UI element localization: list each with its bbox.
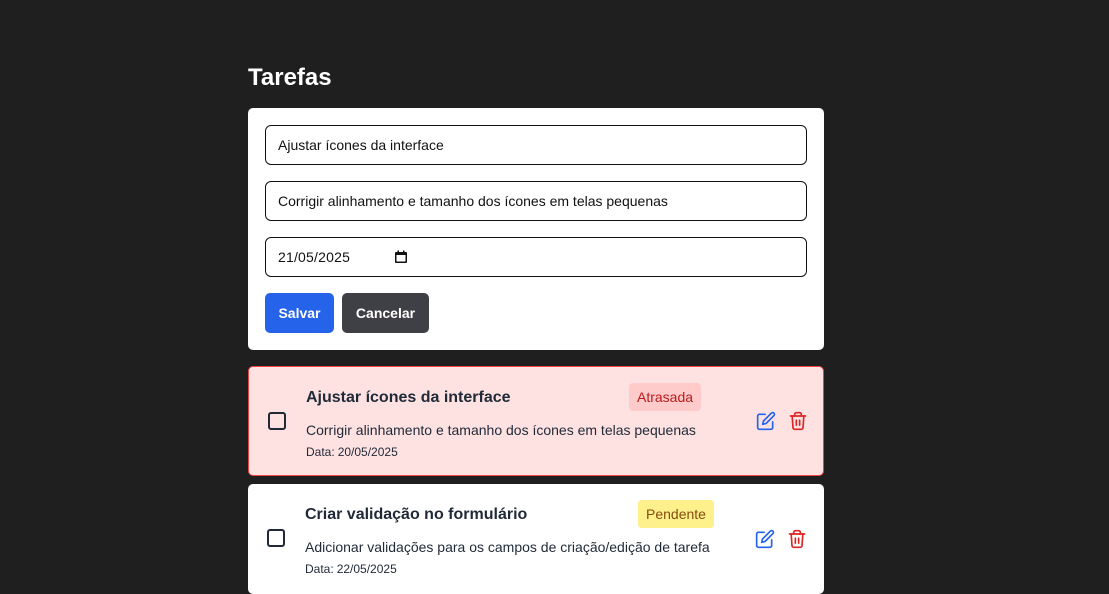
title-input-value: Ajustar ícones da interface xyxy=(278,137,444,153)
task-date-label: Data: xyxy=(306,445,335,459)
date-input-value: 21/05/2025 xyxy=(278,249,351,265)
title-input[interactable]: Ajustar ícones da interface xyxy=(265,125,807,165)
task-title: Criar validação no formulário xyxy=(305,506,528,523)
cancel-button[interactable]: Cancelar xyxy=(342,293,429,333)
task-date-value: 22/05/2025 xyxy=(336,562,397,576)
task-date-value: 20/05/2025 xyxy=(337,445,398,459)
trash-icon xyxy=(789,411,807,431)
trash-icon xyxy=(788,529,806,549)
task-description: Corrigir alinhamento e tamanho dos ícone… xyxy=(306,422,696,438)
save-button[interactable]: Salvar xyxy=(265,293,334,333)
date-input[interactable]: 21/05/2025 xyxy=(265,237,807,277)
task-form: Ajustar ícones da interface Corrigir ali… xyxy=(248,108,824,350)
edit-icon xyxy=(756,411,776,431)
task-description: Adicionar validações para os campos de c… xyxy=(305,539,710,555)
calendar-icon[interactable] xyxy=(394,250,408,264)
task-card: Ajustar ícones da interface Atrasada Cor… xyxy=(248,366,824,476)
edit-button[interactable] xyxy=(755,529,775,549)
status-badge: Pendente xyxy=(638,500,714,528)
edit-button[interactable] xyxy=(756,411,776,431)
task-title: Ajustar ícones da interface xyxy=(306,389,511,406)
task-date: Data: 22/05/2025 xyxy=(305,562,397,576)
task-checkbox[interactable] xyxy=(268,412,286,430)
status-badge: Atrasada xyxy=(629,383,702,411)
delete-button[interactable] xyxy=(787,529,807,549)
task-date: Data: 20/05/2025 xyxy=(306,445,398,459)
edit-icon xyxy=(755,529,775,549)
delete-button[interactable] xyxy=(788,411,808,431)
task-date-label: Data: xyxy=(305,562,334,576)
description-input[interactable]: Corrigir alinhamento e tamanho dos ícone… xyxy=(265,181,807,221)
description-input-value: Corrigir alinhamento e tamanho dos ícone… xyxy=(278,193,668,209)
task-card: Criar validação no formulário Pendente A… xyxy=(248,484,824,594)
task-checkbox[interactable] xyxy=(267,529,285,547)
page-title: Tarefas xyxy=(248,64,332,91)
